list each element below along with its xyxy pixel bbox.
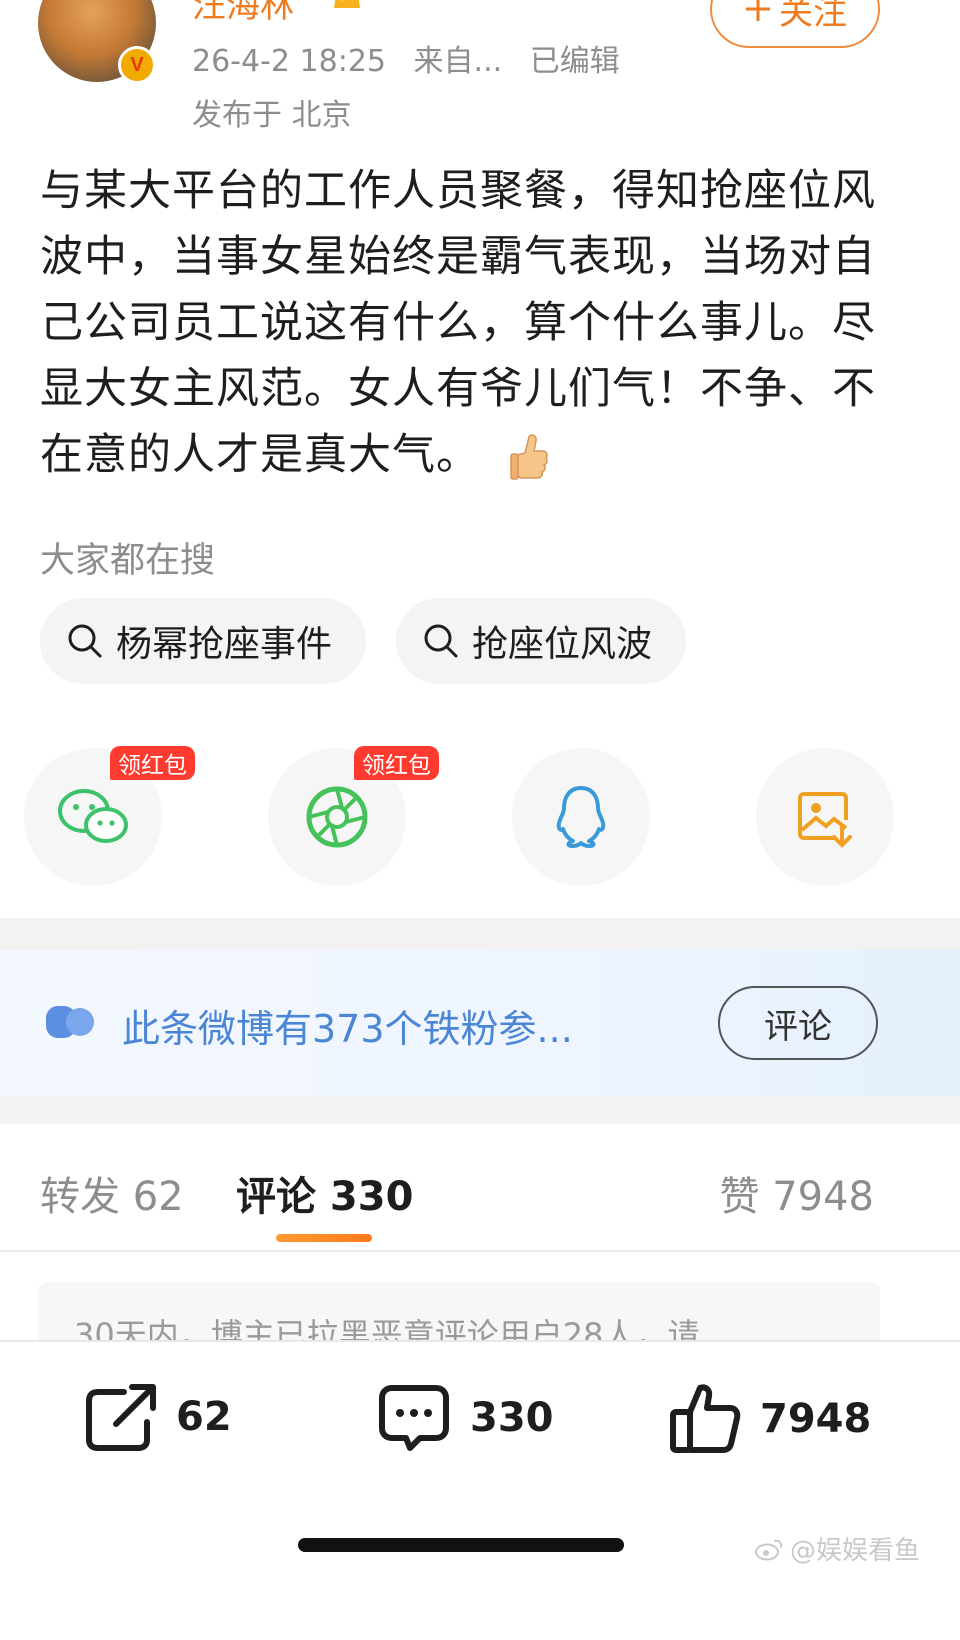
- search-chip[interactable]: 杨幂抢座事件: [40, 598, 367, 684]
- fans-banner-text[interactable]: 此条微博有373个铁粉参...: [122, 998, 573, 1053]
- redpacket-badge: 领红包: [110, 746, 195, 780]
- home-indicator[interactable]: [298, 1538, 624, 1552]
- post-location: 发布于 北京: [192, 98, 352, 133]
- comment-count: 330: [470, 1395, 554, 1441]
- author-name[interactable]: 汪海林: [192, 0, 294, 27]
- follow-label: 关注: [779, 0, 847, 33]
- active-tab-indicator: [276, 1234, 372, 1242]
- post-source[interactable]: 来自...: [414, 44, 503, 79]
- moments-icon: [306, 786, 368, 848]
- repost-count: 62: [176, 1394, 232, 1440]
- repost-button[interactable]: 62: [84, 1382, 232, 1452]
- tab-like[interactable]: 赞 7948: [719, 1164, 874, 1222]
- banner-comment-button[interactable]: 评论: [718, 986, 878, 1060]
- comment-icon: [379, 1385, 449, 1451]
- fans-icon: [46, 1006, 94, 1038]
- search-chip-label: 杨幂抢座事件: [116, 624, 333, 665]
- save-image-icon: [798, 792, 852, 848]
- watermark: @娱娱看鱼: [754, 1530, 920, 1567]
- plus-icon: [746, 0, 770, 21]
- redpacket-badge: 领红包: [354, 746, 439, 780]
- section-divider: [0, 918, 960, 950]
- edited-label[interactable]: 已编辑: [530, 44, 620, 79]
- wechat-icon: [58, 789, 128, 843]
- post-header: V 汪海林 26-4-2 18:25 来自... 已编辑 发布于 北京 关注: [0, 0, 960, 150]
- weibo-logo-icon: [754, 1539, 783, 1560]
- verified-badge: V: [118, 46, 156, 84]
- watermark-text: @娱娱看鱼: [789, 1536, 920, 1566]
- like-count: 7948: [760, 1396, 872, 1442]
- timestamp: 26-4-2 18:25: [192, 44, 386, 79]
- tab-divider: [0, 1250, 960, 1252]
- tab-comment[interactable]: 评论 330: [236, 1164, 413, 1222]
- follow-button[interactable]: 关注: [710, 0, 880, 48]
- search-icon: [424, 624, 458, 658]
- repost-icon: [86, 1384, 156, 1451]
- save-image-button[interactable]: [756, 748, 894, 886]
- like-button[interactable]: 7948: [668, 1382, 871, 1456]
- search-icon: [68, 624, 102, 658]
- section-divider: [0, 1096, 960, 1124]
- crown-icon: [334, 0, 360, 8]
- tab-repost[interactable]: 转发 62: [40, 1164, 184, 1222]
- thumbs-up-icon: [670, 1384, 741, 1453]
- search-chip[interactable]: 抢座位风波: [396, 598, 687, 684]
- search-section-title: 大家都在搜: [40, 541, 216, 581]
- thumbs-up-emoji-icon: [509, 433, 548, 480]
- post-body: 与某大平台的工作人员聚餐，得知抢座位风波中，当事女星始终是霸气表现，当场对自己公…: [40, 166, 876, 480]
- search-chip-label: 抢座位风波: [472, 624, 653, 665]
- qq-icon: [556, 786, 606, 848]
- post-meta: 26-4-2 18:25 来自... 已编辑: [192, 36, 620, 80]
- post-text: 与某大平台的工作人员聚餐，得知抢座位风波中，当事女星始终是霸气表现，当场对自己公…: [40, 158, 890, 488]
- share-qq-button[interactable]: [512, 748, 650, 886]
- comment-button[interactable]: 330: [376, 1382, 554, 1454]
